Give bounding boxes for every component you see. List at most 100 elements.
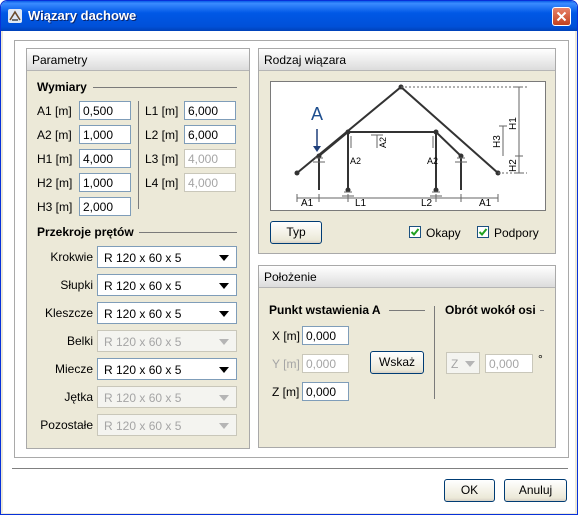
checkmark-icon bbox=[410, 228, 420, 236]
field-label-l1: L1 [m] bbox=[145, 104, 179, 118]
diagram-label-a2-left: A2 bbox=[350, 156, 361, 166]
diagram-label-a2-right: A2 bbox=[427, 156, 438, 166]
section-label-kleszcze: Kleszcze bbox=[44, 306, 93, 320]
x-input[interactable] bbox=[302, 326, 349, 345]
diagram-label-h3: H3 bbox=[492, 135, 503, 148]
section-label-slupki: Słupki bbox=[60, 278, 93, 292]
truss-diagram: A A1 A1 L1 L2 A2 A2 A2 H1 H3 H2 bbox=[270, 81, 546, 211]
wymiary-separator bbox=[93, 87, 237, 88]
z-label: Z [m] bbox=[272, 385, 300, 399]
diagram-label-h1: H1 bbox=[508, 117, 519, 130]
close-icon bbox=[556, 11, 567, 22]
obrot-separator bbox=[540, 310, 544, 311]
field-label-h3: H3 [m] bbox=[37, 200, 73, 214]
rodzaj-wiazara-group: Rodzaj wiązara A A1 A1 L1 L2 A2 A2 A2 H1… bbox=[258, 48, 556, 254]
polozenie-divider bbox=[434, 306, 435, 399]
h1-input[interactable] bbox=[79, 149, 131, 168]
diagram-label-l1: L1 bbox=[355, 198, 367, 209]
chevron-down-icon bbox=[219, 423, 229, 429]
h3-input[interactable] bbox=[79, 197, 131, 216]
okapy-checkbox[interactable] bbox=[409, 226, 421, 238]
polozenie-title: Położenie bbox=[259, 266, 555, 288]
chevron-down-icon bbox=[465, 361, 475, 367]
wskaz-button[interactable]: Wskaż bbox=[370, 351, 424, 374]
axis-select-value: Z bbox=[451, 357, 459, 371]
angle-input bbox=[485, 354, 533, 373]
ok-button[interactable]: OK bbox=[444, 479, 495, 502]
polozenie-group: Położenie Punkt wstawienia A X [m] Y [m]… bbox=[258, 265, 556, 448]
podpory-checkbox[interactable] bbox=[477, 226, 489, 238]
l4-input bbox=[184, 173, 236, 192]
dialog-window: Wiązary dachowe Parametry Wymiary A1 [m]… bbox=[0, 0, 578, 515]
checkmark-icon bbox=[478, 228, 488, 236]
title-bar[interactable]: Wiązary dachowe bbox=[1, 1, 577, 31]
chevron-down-icon bbox=[219, 339, 229, 345]
miecze-select[interactable]: R 120 x 60 x 5 bbox=[97, 358, 237, 380]
truss-drawing: A A1 A1 L1 L2 A2 A2 A2 H1 H3 H2 bbox=[294, 84, 527, 209]
y-input bbox=[302, 354, 349, 373]
krokwie-select[interactable]: R 120 x 60 x 5 bbox=[97, 246, 237, 268]
podpory-label[interactable]: Podpory bbox=[494, 226, 539, 240]
section-label-belki: Belki bbox=[66, 334, 93, 348]
field-label-h2: H2 [m] bbox=[37, 176, 73, 190]
main-panel: Parametry Wymiary A1 [m] A2 [m] H1 [m] H… bbox=[14, 40, 569, 458]
z-input[interactable] bbox=[302, 382, 349, 401]
a2-input[interactable] bbox=[79, 125, 131, 144]
x-label: X [m] bbox=[272, 329, 301, 343]
chevron-down-icon bbox=[219, 367, 229, 373]
jetka-select-value: R 120 x 60 x 5 bbox=[104, 391, 182, 405]
dialog-content: Parametry Wymiary A1 [m] A2 [m] H1 [m] H… bbox=[3, 31, 575, 513]
close-button[interactable] bbox=[552, 7, 571, 26]
kleszcze-select-value: R 120 x 60 x 5 bbox=[104, 307, 182, 321]
app-icon bbox=[8, 9, 22, 23]
chevron-down-icon bbox=[219, 395, 229, 401]
wymiary-divider bbox=[138, 101, 139, 209]
okapy-label[interactable]: Okapy bbox=[426, 226, 461, 240]
pozostale-select-value: R 120 x 60 x 5 bbox=[104, 419, 182, 433]
diagram-label-a2-vertical: A2 bbox=[378, 137, 388, 148]
field-label-l2: L2 [m] bbox=[145, 128, 179, 142]
parametry-title: Parametry bbox=[27, 49, 249, 71]
obrot-title: Obrót wokół osi bbox=[445, 303, 536, 317]
section-label-miecze: Miecze bbox=[54, 362, 93, 376]
slupki-select[interactable]: R 120 x 60 x 5 bbox=[97, 274, 237, 296]
axis-select: Z bbox=[446, 352, 480, 374]
field-label-l3: L3 [m] bbox=[145, 152, 179, 166]
diagram-label-l2: L2 bbox=[421, 198, 433, 209]
typ-button[interactable]: Typ bbox=[270, 221, 322, 244]
parametry-group: Parametry Wymiary A1 [m] A2 [m] H1 [m] H… bbox=[26, 48, 250, 449]
l1-input[interactable] bbox=[184, 101, 236, 120]
chevron-down-icon bbox=[219, 283, 229, 289]
pozostale-select: R 120 x 60 x 5 bbox=[97, 414, 237, 436]
belki-select: R 120 x 60 x 5 bbox=[97, 330, 237, 352]
chevron-down-icon bbox=[219, 255, 229, 261]
y-label: Y [m] bbox=[272, 357, 300, 371]
section-label-pozostale: Pozostałe bbox=[40, 418, 93, 432]
footer-separator bbox=[12, 468, 568, 469]
diagram-label-h2: H2 bbox=[508, 159, 519, 172]
przekroje-separator bbox=[139, 232, 237, 233]
field-label-l4: L4 [m] bbox=[145, 176, 179, 190]
belki-select-value: R 120 x 60 x 5 bbox=[104, 335, 182, 349]
wymiary-title: Wymiary bbox=[37, 80, 87, 94]
kleszcze-select[interactable]: R 120 x 60 x 5 bbox=[97, 302, 237, 324]
jetka-select: R 120 x 60 x 5 bbox=[97, 386, 237, 408]
window-title: Wiązary dachowe bbox=[28, 8, 137, 23]
l2-input[interactable] bbox=[184, 125, 236, 144]
przekroje-title: Przekroje prętów bbox=[37, 225, 134, 239]
chevron-down-icon bbox=[219, 311, 229, 317]
section-label-jetka: Jętka bbox=[64, 390, 93, 404]
field-label-a1: A1 [m] bbox=[37, 104, 72, 118]
l3-input bbox=[184, 149, 236, 168]
field-label-a2: A2 [m] bbox=[37, 128, 72, 142]
a1-input[interactable] bbox=[79, 101, 131, 120]
h2-input[interactable] bbox=[79, 173, 131, 192]
krokwie-select-value: R 120 x 60 x 5 bbox=[104, 251, 182, 265]
section-label-krokwie: Krokwie bbox=[50, 250, 93, 264]
punkt-wstawienia-title: Punkt wstawienia A bbox=[269, 303, 381, 317]
cancel-button[interactable]: Anuluj bbox=[504, 479, 567, 502]
field-label-h1: H1 [m] bbox=[37, 152, 73, 166]
degree-symbol: ° bbox=[538, 352, 543, 366]
slupki-select-value: R 120 x 60 x 5 bbox=[104, 279, 182, 293]
miecze-select-value: R 120 x 60 x 5 bbox=[104, 363, 182, 377]
